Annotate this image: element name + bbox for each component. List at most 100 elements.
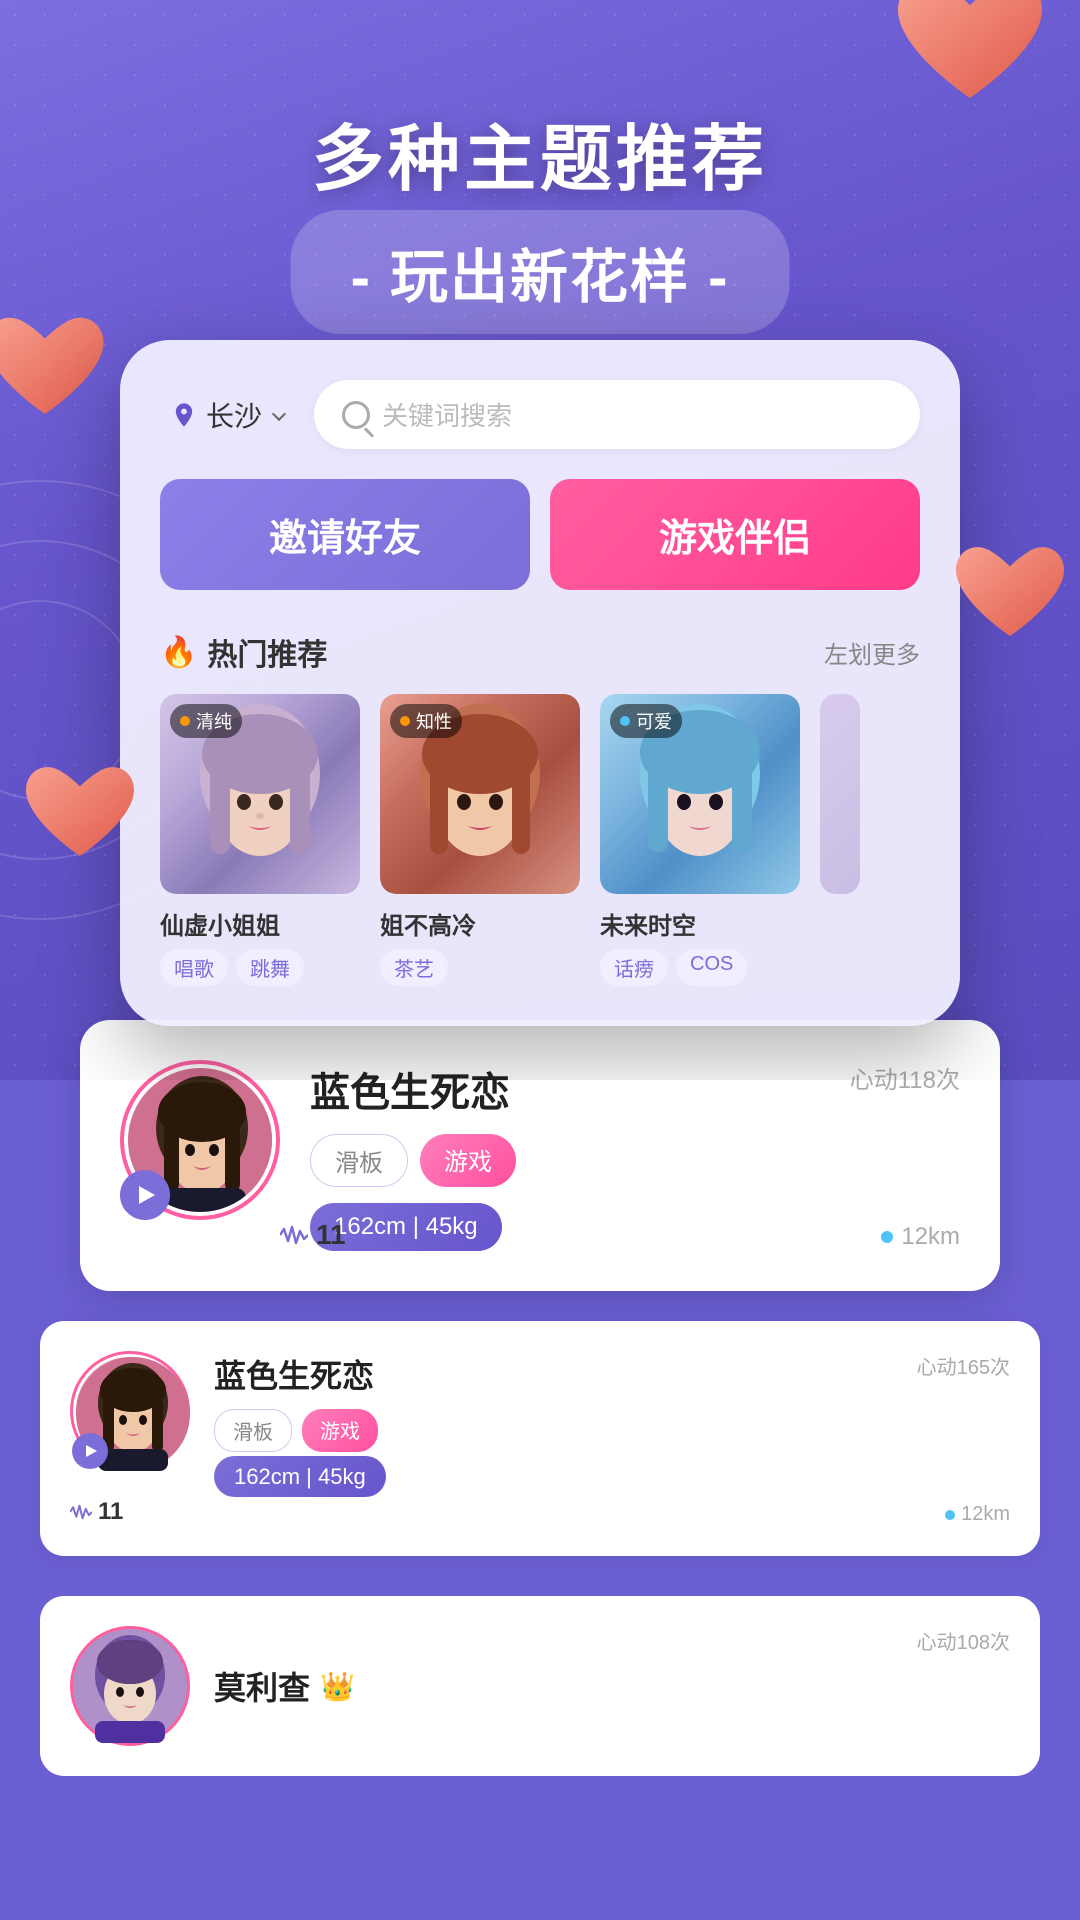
second-height-weight: 162cm | 45kg <box>214 1456 386 1497</box>
profile-tags-3: 话痨 COS <box>600 949 800 986</box>
featured-waveform-area: 11 <box>280 1219 346 1251</box>
second-heart-count: 心动165次 <box>917 1351 1010 1380</box>
profile-image-3: 可爱 <box>600 694 800 894</box>
profile-card-4-partial <box>820 694 860 986</box>
third-heart-count: 心动108次 <box>917 1626 1010 1655</box>
action-buttons-row: 邀请好友 游戏伴侣 <box>160 479 920 590</box>
profile-image-4-partial <box>820 694 860 894</box>
third-avatar <box>70 1626 190 1746</box>
featured-card-wrapper: 心动118次 <box>0 1020 1080 1321</box>
location-text: 长沙 <box>206 395 262 435</box>
profile-tag-1: 清纯 <box>170 704 242 738</box>
second-tag-0: 滑板 <box>214 1409 292 1452</box>
hot-section-title: 热门推荐 <box>207 630 327 674</box>
profile-name-1: 仙虚小姐姐 <box>160 906 360 941</box>
profile-tag-2: 知性 <box>390 704 462 738</box>
sub-title-container: - 玩出新花样 - <box>291 210 790 334</box>
second-user-info: 蓝色生死恋 滑板 游戏 162cm | 45kg <box>214 1351 1010 1490</box>
third-card-wrapper: 心动108次 莫利查 👑 <box>0 1596 1080 1816</box>
featured-user-card-header: 11 蓝色生死恋 滑板 游戏 162cm | 45kg <box>120 1060 960 1251</box>
profile-tags-2: 茶艺 <box>380 949 580 986</box>
distance-dot <box>881 1231 893 1243</box>
profile-tag-3: 可爱 <box>610 704 682 738</box>
hot-title-row: 🔥 热门推荐 <box>160 630 327 674</box>
location-pin-icon <box>170 401 198 429</box>
second-play-icon <box>86 1445 97 1457</box>
heart-top-left <box>0 310 110 430</box>
profile-tag-pill-3-0: 话痨 <box>600 949 668 986</box>
second-card-header: 蓝色生死恋 滑板 游戏 162cm | 45kg <box>70 1351 1010 1490</box>
search-area: 长沙 关键词搜索 <box>160 380 920 449</box>
third-user-info: 莫利查 👑 <box>214 1663 1010 1709</box>
profile-tag-pill-1-1: 跳舞 <box>236 949 304 986</box>
waveform-icon <box>280 1225 308 1245</box>
hot-section-more: 左划更多 <box>824 635 920 670</box>
phone-mockup-card: 长沙 关键词搜索 邀请好友 游戏伴侣 🔥 热门推荐 左划更多 <box>120 340 960 1026</box>
heart-mid-right <box>950 540 1070 650</box>
search-icon <box>342 401 370 429</box>
second-distance-badge: 12km <box>945 1503 1010 1526</box>
hot-section-header: 🔥 热门推荐 左划更多 <box>160 630 920 674</box>
second-avatar-wrapper <box>70 1351 190 1471</box>
main-title: 多种主题推荐 <box>0 100 1080 205</box>
top-hero-section: 多种主题推荐 - 玩出新花样 - 长沙 关键词搜索 邀请好友 游戏伴侣 <box>0 0 1080 1080</box>
second-distance-dot <box>945 1510 955 1520</box>
crown-icon: 👑 <box>320 1670 355 1703</box>
profile-tags-1: 唱歌 跳舞 <box>160 949 360 986</box>
tag-dot-3 <box>620 716 630 726</box>
third-user-name: 莫利查 👑 <box>214 1663 1010 1709</box>
profile-tag-pill-2-0: 茶艺 <box>380 949 448 986</box>
second-stats-row: 162cm | 45kg <box>214 1464 1010 1490</box>
heart-bottom-left <box>20 760 140 870</box>
second-tag-1: 游戏 <box>302 1409 378 1452</box>
second-waveform-count: 11 <box>98 1498 123 1526</box>
featured-user-tags: 滑板 游戏 <box>310 1134 960 1187</box>
profile-image-1: 清纯 <box>160 694 360 894</box>
third-user-card: 心动108次 莫利查 👑 <box>40 1596 1040 1776</box>
profile-card-2[interactable]: 知性 姐不高冷 茶艺 <box>380 694 580 986</box>
tag-text-2: 知性 <box>416 708 452 734</box>
second-waveform-icon <box>70 1504 92 1520</box>
tag-dot-2 <box>400 716 410 726</box>
second-user-name: 蓝色生死恋 <box>214 1351 1010 1397</box>
search-box[interactable]: 关键词搜索 <box>314 380 920 449</box>
tag-dot-1 <box>180 716 190 726</box>
waveform-count: 11 <box>316 1219 346 1251</box>
profile-card-1[interactable]: 清纯 仙虚小姐姐 唱歌 跳舞 <box>160 694 360 986</box>
second-user-card: 心动165次 <box>40 1321 1040 1556</box>
second-play-button[interactable] <box>72 1433 108 1469</box>
invite-friends-button[interactable]: 邀请好友 <box>160 479 530 590</box>
featured-user-card: 心动118次 <box>80 1020 1000 1291</box>
profiles-row: 清纯 仙虚小姐姐 唱歌 跳舞 <box>160 694 920 986</box>
third-avatar-svg <box>73 1629 187 1743</box>
second-user-tags: 滑板 游戏 <box>214 1409 1010 1452</box>
featured-user-stats: 162cm | 45kg <box>310 1203 960 1251</box>
featured-play-button[interactable] <box>120 1170 170 1220</box>
distance-text: 12km <box>901 1223 960 1251</box>
tag-text-1: 清纯 <box>196 708 232 734</box>
profile-card-3[interactable]: 可爱 未来时空 话痨 COS <box>600 694 800 986</box>
tag-text-3: 可爱 <box>636 708 672 734</box>
second-distance-text: 12km <box>961 1503 1010 1526</box>
profile-name-2: 姐不高冷 <box>380 906 580 941</box>
heart-count-badge: 心动118次 <box>850 1060 960 1095</box>
profile-image-2: 知性 <box>380 694 580 894</box>
fire-icon: 🔥 <box>160 635 197 670</box>
sub-title: - 玩出新花样 - <box>351 230 730 314</box>
game-partner-button[interactable]: 游戏伴侣 <box>550 479 920 590</box>
profile-name-3: 未来时空 <box>600 906 800 941</box>
second-card-wrapper: 心动165次 <box>0 1321 1080 1596</box>
profile-tag-pill-3-1: COS <box>676 949 747 986</box>
featured-distance-badge: 12km <box>881 1223 960 1251</box>
search-placeholder-text: 关键词搜索 <box>382 396 512 433</box>
location-chevron-icon <box>272 406 286 420</box>
bottom-section: 心动118次 <box>0 1020 1080 1816</box>
featured-tag-1: 游戏 <box>420 1134 516 1187</box>
featured-tag-0: 滑板 <box>310 1134 408 1187</box>
profile-photo-4-partial <box>820 694 860 894</box>
play-icon <box>139 1186 155 1204</box>
featured-avatar-container <box>120 1060 280 1220</box>
second-waveform-row: 11 <box>70 1498 1010 1526</box>
profile-tag-pill-1-0: 唱歌 <box>160 949 228 986</box>
location-button[interactable]: 长沙 <box>160 385 294 445</box>
